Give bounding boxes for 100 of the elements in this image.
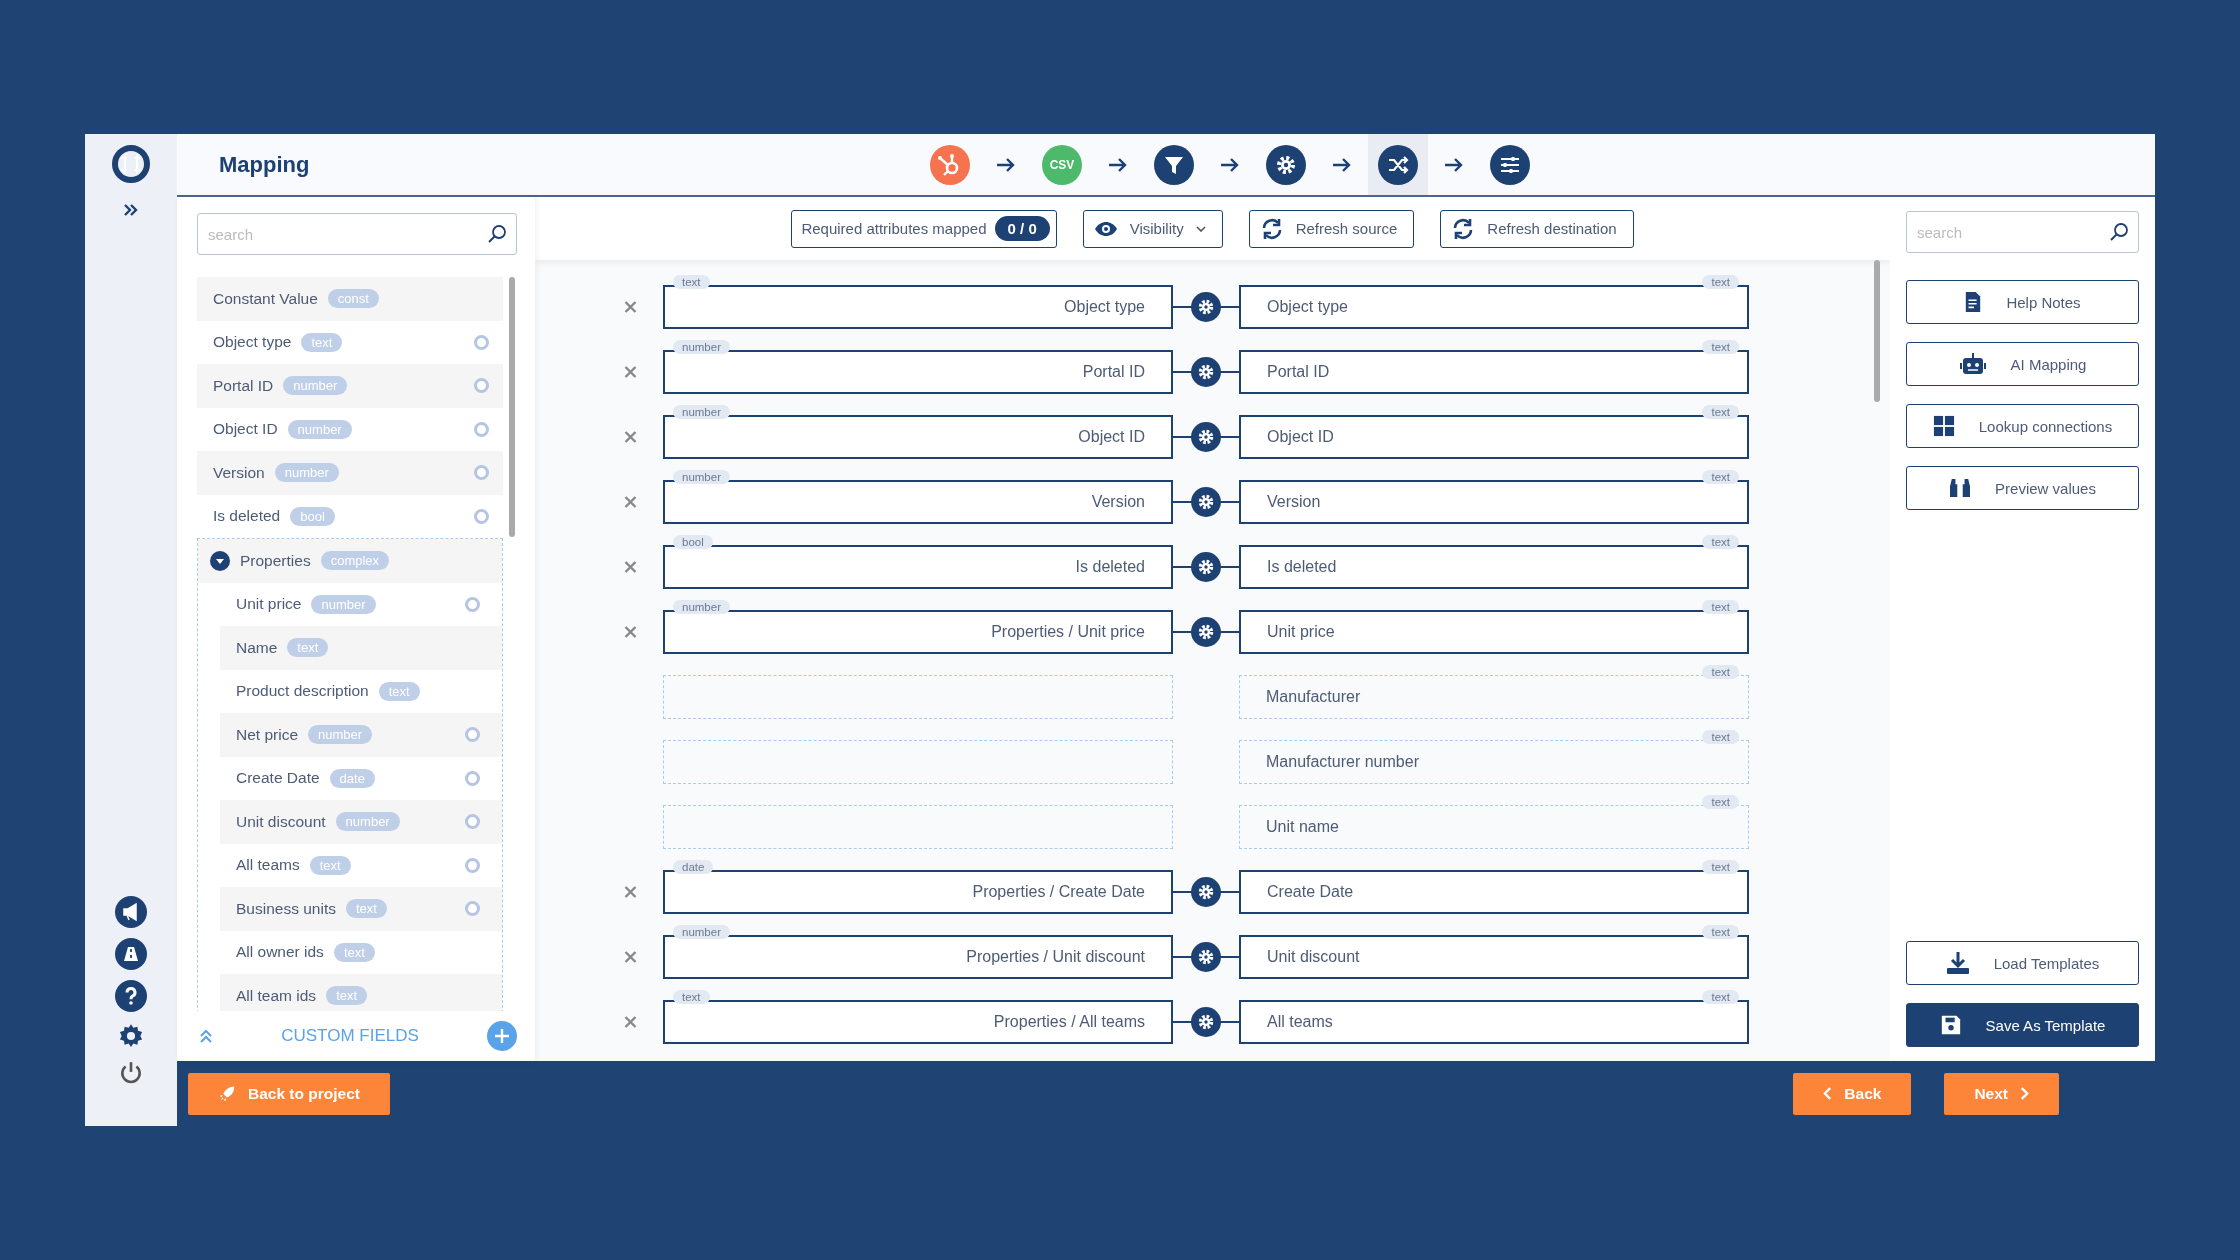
remove-icon[interactable] [623, 625, 638, 639]
remove-icon[interactable] [623, 365, 638, 379]
road-icon[interactable] [115, 938, 147, 970]
field-label: Create Date [236, 769, 320, 788]
source-slot[interactable]: Properties / All teams [663, 1000, 1173, 1044]
required-label: Required attributes mapped [801, 220, 987, 237]
target-slot[interactable]: Create Date [1239, 870, 1749, 914]
arrow-icon [1220, 156, 1240, 173]
source-slot[interactable]: Properties / Create Date [663, 870, 1173, 914]
connector-settings-icon[interactable] [1191, 552, 1221, 582]
target-field-label: Manufacturer [1266, 688, 1361, 706]
template-button[interactable]: Save As Template [1906, 1003, 2139, 1047]
connector-settings-icon[interactable] [1191, 1007, 1221, 1037]
connector-settings-icon[interactable] [1191, 942, 1221, 972]
type-tag: text [287, 638, 329, 658]
field-label: Unit price [236, 595, 302, 614]
type-tag: text [333, 942, 375, 962]
target-slot[interactable]: Object type [1239, 285, 1749, 329]
visibility-dropdown[interactable]: Visibility [1082, 209, 1223, 248]
caret-icon[interactable] [210, 550, 230, 571]
source-slot[interactable]: Version [663, 480, 1173, 524]
target-slot[interactable]: Is deleted [1239, 545, 1749, 589]
field-row[interactable]: All team ids text [220, 974, 502, 1011]
field-label: Object ID [213, 420, 278, 439]
source-field-label: Version [1091, 493, 1145, 511]
target-field-label: Create Date [1267, 883, 1354, 901]
target-slot[interactable]: Unit price [1239, 610, 1749, 654]
type-tag: text [1702, 600, 1739, 614]
field-row[interactable]: Portal ID number [197, 364, 503, 408]
target-field-label: Portal ID [1267, 363, 1330, 381]
type-tag: text [326, 986, 368, 1006]
arrow-icon [1332, 156, 1352, 173]
step-tab[interactable] [1368, 134, 1428, 195]
tool-button[interactable]: Lookup connections [1906, 404, 2139, 448]
field-label: Product description [236, 682, 369, 701]
tool-button[interactable]: Preview values [1906, 466, 2139, 510]
connector-settings-icon[interactable] [1191, 487, 1221, 517]
field-label: Properties [240, 551, 311, 570]
field-row[interactable]: Name text [220, 626, 502, 670]
type-tag: text [301, 332, 343, 352]
field-label: Business units [236, 899, 336, 918]
connector-settings-icon[interactable] [1191, 877, 1221, 907]
target-slot[interactable]: Object ID [1239, 415, 1749, 459]
source-slot[interactable]: Object type [663, 285, 1173, 329]
remove-icon[interactable] [623, 885, 638, 899]
field-row[interactable]: Constant Value const [197, 277, 503, 321]
connector-settings-icon[interactable] [1191, 357, 1221, 387]
hub-icon [930, 144, 970, 185]
tool-button[interactable]: Help Notes [1906, 280, 2139, 324]
field-row[interactable]: Net price number [220, 713, 502, 757]
connector-settings-icon[interactable] [1191, 422, 1221, 452]
help-icon[interactable] [115, 980, 147, 1012]
scrollbar[interactable] [1874, 260, 1880, 402]
field-row[interactable]: Business units text [220, 887, 502, 931]
target-slot[interactable]: Portal ID [1239, 350, 1749, 394]
source-slot[interactable]: Is deleted [663, 545, 1173, 589]
connector-settings-icon[interactable] [1191, 292, 1221, 322]
source-field-label: Properties / Unit discount [966, 948, 1145, 966]
target-field-label: Unit discount [1267, 948, 1360, 966]
type-tag: text [1702, 665, 1739, 679]
field-label: Unit discount [236, 812, 326, 831]
source-slot[interactable]: Object ID [663, 415, 1173, 459]
sliders-icon [1490, 144, 1530, 185]
remove-icon[interactable] [623, 495, 638, 509]
target-field-label: Is deleted [1267, 558, 1337, 576]
remove-icon[interactable] [623, 560, 638, 574]
field-row[interactable]: Version number [197, 451, 503, 495]
source-slot[interactable]: Portal ID [663, 350, 1173, 394]
field-row[interactable]: Unit discount number [220, 800, 502, 844]
source-field-label: Is deleted [1075, 558, 1145, 576]
search-field[interactable]: search [197, 213, 517, 255]
type-tag: text [1702, 925, 1739, 939]
search-icon [487, 224, 507, 244]
megaphone-icon[interactable] [115, 896, 147, 928]
scrollbar[interactable] [509, 277, 515, 537]
connector-settings-icon[interactable] [1191, 617, 1221, 647]
target-slot[interactable]: Unit discount [1239, 935, 1749, 979]
remove-icon[interactable] [623, 950, 638, 964]
remove-icon[interactable] [623, 300, 638, 314]
remove-icon[interactable] [623, 1015, 638, 1029]
type-tag: number [283, 376, 348, 396]
collapse-icon[interactable] [199, 1028, 213, 1044]
template-button[interactable]: Load Templates [1906, 941, 2139, 985]
search-field[interactable]: search [1906, 211, 2139, 253]
add-icon[interactable] [487, 1021, 517, 1051]
refresh-destination-button[interactable]: Refresh destination [1440, 209, 1634, 248]
target-slot[interactable]: Version [1239, 480, 1749, 524]
remove-icon[interactable] [623, 430, 638, 444]
target-slot[interactable]: All teams [1239, 1000, 1749, 1044]
source-slot[interactable]: Properties / Unit discount [663, 935, 1173, 979]
power-icon[interactable] [118, 1060, 144, 1086]
type-tag: number [673, 925, 730, 939]
type-tag: number [673, 405, 730, 419]
refresh-source-button[interactable]: Refresh source [1248, 209, 1415, 248]
expand-icon[interactable] [123, 204, 139, 216]
field-label: Is deleted [213, 507, 281, 526]
field-row[interactable]: Properties complex [198, 539, 502, 583]
type-tag: text [1702, 795, 1739, 809]
source-slot[interactable]: Properties / Unit price [663, 610, 1173, 654]
tool-button[interactable]: AI Mapping [1906, 342, 2139, 386]
